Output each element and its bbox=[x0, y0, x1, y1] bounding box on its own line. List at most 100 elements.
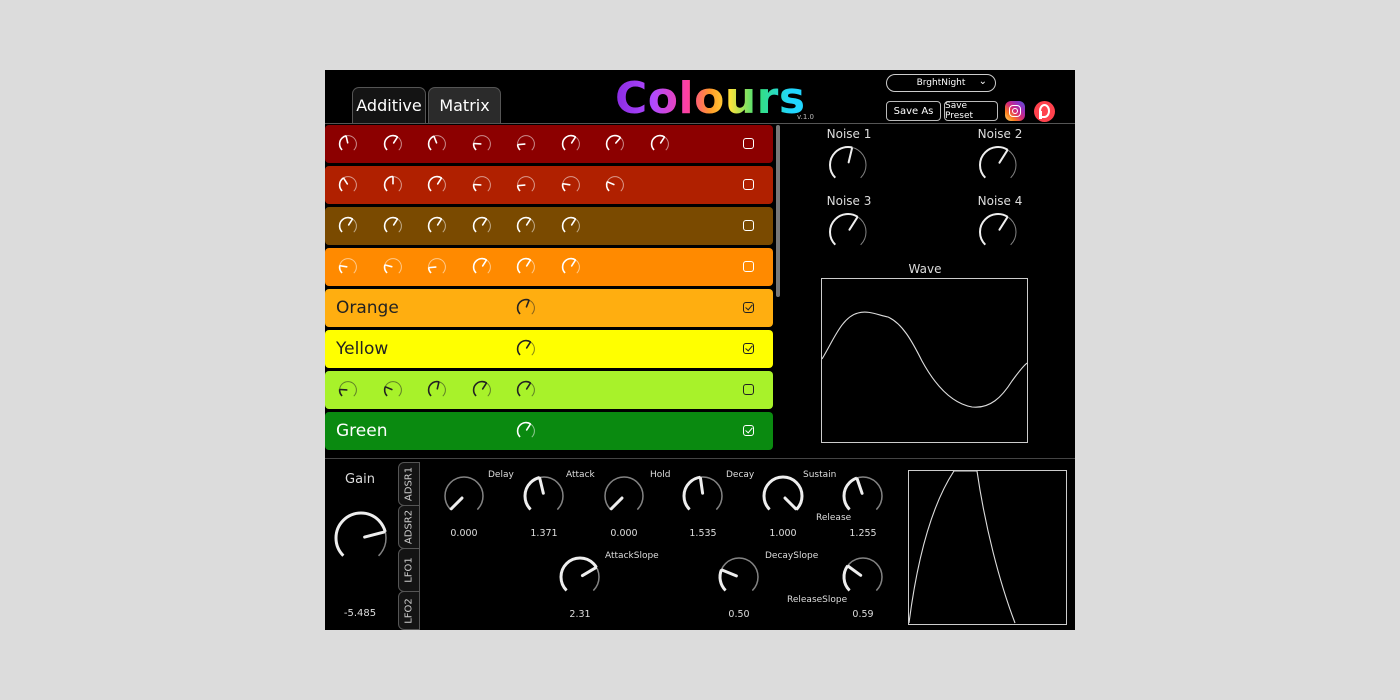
tab-matrix[interactable]: Matrix bbox=[428, 87, 501, 123]
envelope-curve bbox=[908, 470, 1016, 624]
partial-knob[interactable] bbox=[516, 216, 536, 236]
partial-knob[interactable] bbox=[516, 421, 536, 441]
partial-row[interactable]: Yellow bbox=[325, 330, 773, 368]
partial-knob[interactable] bbox=[561, 216, 581, 236]
partial-row[interactable] bbox=[325, 248, 773, 286]
noise-2-label: Noise 2 bbox=[977, 127, 1023, 141]
partial-enable-checkbox[interactable] bbox=[743, 261, 754, 272]
preset-name: BrghtNight bbox=[916, 78, 966, 88]
partial-enable-checkbox[interactable] bbox=[743, 343, 754, 354]
partial-enable-checkbox[interactable] bbox=[743, 384, 754, 395]
partial-knob[interactable] bbox=[338, 380, 358, 400]
partial-knob[interactable] bbox=[650, 134, 670, 154]
preset-dropdown[interactable]: BrghtNight ⌄ bbox=[886, 74, 996, 92]
decay-knob[interactable] bbox=[681, 474, 725, 518]
partial-knob[interactable] bbox=[383, 216, 403, 236]
partial-enable-checkbox[interactable] bbox=[743, 220, 754, 231]
tab-additive[interactable]: Additive bbox=[352, 87, 426, 123]
partials-scrollbar[interactable] bbox=[776, 125, 780, 297]
header-divider bbox=[325, 123, 1075, 124]
attack-slope-label: AttackSlope bbox=[605, 551, 659, 561]
partial-enable-checkbox[interactable] bbox=[743, 302, 754, 313]
partial-knob[interactable] bbox=[561, 134, 581, 154]
noise-2-knob[interactable] bbox=[978, 145, 1018, 185]
partial-knob[interactable] bbox=[383, 380, 403, 400]
decay-value: 1.535 bbox=[689, 528, 717, 539]
partial-knob[interactable] bbox=[561, 175, 581, 195]
attack-value: 1.371 bbox=[530, 528, 558, 539]
partial-knob[interactable] bbox=[516, 134, 536, 154]
hold-knob[interactable] bbox=[602, 474, 646, 518]
sustain-value: 1.000 bbox=[769, 528, 797, 539]
partial-knob[interactable] bbox=[561, 257, 581, 277]
attack-slope-knob[interactable] bbox=[558, 555, 602, 599]
sustain-knob[interactable] bbox=[761, 474, 805, 518]
attack-knob[interactable] bbox=[522, 474, 566, 518]
release-slope-knob[interactable] bbox=[841, 555, 885, 599]
noise-4-knob[interactable] bbox=[978, 212, 1018, 252]
partial-knob[interactable] bbox=[516, 257, 536, 277]
partial-knob[interactable] bbox=[427, 257, 447, 277]
tab-lfo2[interactable]: LFO2 bbox=[398, 591, 420, 630]
decay-slope-label: DecaySlope bbox=[765, 551, 819, 561]
partial-knob[interactable] bbox=[472, 175, 492, 195]
release-value: 1.255 bbox=[849, 528, 877, 539]
partial-knob[interactable] bbox=[472, 216, 492, 236]
tab-adsr1[interactable]: ADSR1 bbox=[398, 462, 420, 506]
partial-knob[interactable] bbox=[516, 175, 536, 195]
noise-3-knob[interactable] bbox=[828, 212, 868, 252]
partial-knob[interactable] bbox=[338, 216, 358, 236]
partial-knob[interactable] bbox=[427, 175, 447, 195]
delay-value: 0.000 bbox=[450, 528, 478, 539]
partial-row[interactable] bbox=[325, 166, 773, 204]
partial-knob[interactable] bbox=[383, 175, 403, 195]
partial-knob[interactable] bbox=[516, 298, 536, 318]
partial-knob[interactable] bbox=[427, 134, 447, 154]
section-divider bbox=[325, 458, 1075, 459]
version-label: v.1.0 bbox=[797, 113, 814, 121]
partial-knob[interactable] bbox=[427, 380, 447, 400]
noise-4-label: Noise 4 bbox=[977, 194, 1023, 208]
partial-row[interactable] bbox=[325, 207, 773, 245]
instagram-icon[interactable] bbox=[1005, 101, 1025, 121]
partial-knob[interactable] bbox=[472, 380, 492, 400]
partial-enable-checkbox[interactable] bbox=[743, 179, 754, 190]
wave-label: Wave bbox=[908, 262, 942, 276]
partial-knob[interactable] bbox=[472, 134, 492, 154]
save-as-button[interactable]: Save As bbox=[886, 101, 941, 121]
partial-row-label: Orange bbox=[336, 298, 399, 318]
attack-slope-value: 2.31 bbox=[569, 609, 591, 620]
partial-knob[interactable] bbox=[516, 339, 536, 359]
gain-knob[interactable] bbox=[333, 510, 389, 566]
partial-knob[interactable] bbox=[605, 175, 625, 195]
partial-knob[interactable] bbox=[338, 175, 358, 195]
release-knob[interactable] bbox=[841, 474, 885, 518]
tab-lfo1[interactable]: LFO1 bbox=[398, 548, 420, 592]
partial-knob[interactable] bbox=[383, 257, 403, 277]
release-slope-value: 0.59 bbox=[852, 609, 874, 620]
partial-knob[interactable] bbox=[427, 216, 447, 236]
delay-knob[interactable] bbox=[442, 474, 486, 518]
waveform-curve bbox=[821, 311, 1028, 408]
partial-row[interactable]: Orange bbox=[325, 289, 773, 327]
patreon-icon[interactable] bbox=[1034, 101, 1055, 122]
partial-row[interactable]: Green bbox=[325, 412, 773, 450]
release-slope-label: ReleaseSlope bbox=[787, 595, 848, 605]
partial-knob[interactable] bbox=[472, 257, 492, 277]
decay-slope-knob[interactable] bbox=[717, 555, 761, 599]
decay-slope-value: 0.50 bbox=[728, 609, 750, 620]
partial-knob[interactable] bbox=[338, 134, 358, 154]
decay-label: Decay bbox=[726, 470, 755, 480]
partial-row[interactable] bbox=[325, 125, 773, 163]
partial-knob[interactable] bbox=[338, 257, 358, 277]
partial-row[interactable] bbox=[325, 371, 773, 409]
partial-knob[interactable] bbox=[516, 380, 536, 400]
attack-label: Attack bbox=[566, 470, 595, 480]
tab-adsr2[interactable]: ADSR2 bbox=[398, 505, 420, 549]
partial-knob[interactable] bbox=[605, 134, 625, 154]
partial-enable-checkbox[interactable] bbox=[743, 425, 754, 436]
partial-knob[interactable] bbox=[383, 134, 403, 154]
partial-enable-checkbox[interactable] bbox=[743, 138, 754, 149]
noise-1-knob[interactable] bbox=[828, 145, 868, 185]
save-preset-button[interactable]: Save Preset bbox=[944, 101, 998, 121]
